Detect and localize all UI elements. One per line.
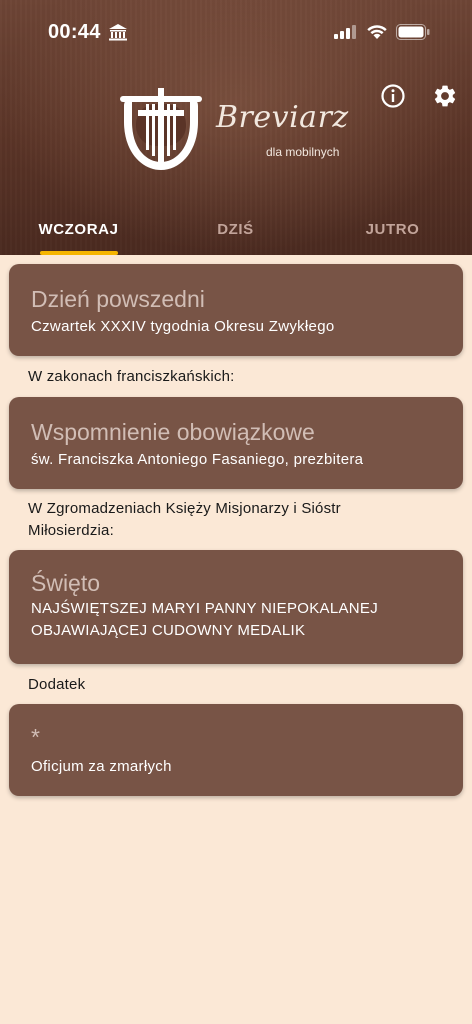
status-bar: 00:44 bbox=[0, 0, 472, 64]
office-card-addition[interactable]: * Oficjum za zmarłych bbox=[9, 704, 463, 796]
logo-subtitle: dla mobilnych bbox=[266, 145, 340, 159]
office-card-memorial[interactable]: Wspomnienie obowiązkowe św. Franciszka A… bbox=[9, 397, 463, 489]
card-subtitle: św. Franciszka Antoniego Fasaniego, prez… bbox=[31, 451, 364, 468]
info-button[interactable] bbox=[380, 83, 406, 109]
section-label: Dodatek bbox=[28, 676, 86, 693]
card-title: Dzień powszedni bbox=[31, 286, 205, 312]
settings-button[interactable] bbox=[432, 83, 458, 109]
card-title: Święto bbox=[31, 570, 101, 596]
tab-tomorrow[interactable]: JUTRO bbox=[314, 205, 471, 255]
card-title: * bbox=[31, 724, 40, 750]
app-header: 00:44 Breviarz dla mobilnych WCZORAJ DZI… bbox=[0, 0, 472, 255]
card-subtitle: Oficjum za zmarłych bbox=[31, 758, 172, 775]
battery-icon bbox=[396, 24, 430, 45]
section-label: W zakonach franciszkańskich: bbox=[28, 368, 235, 385]
office-card-weekday[interactable]: Dzień powszedni Czwartek XXXIV tygodnia … bbox=[9, 264, 463, 356]
day-tabs: WCZORAJ DZIŚ JUTRO bbox=[0, 205, 472, 255]
lyre-cross-logo bbox=[118, 86, 204, 177]
gear-icon bbox=[434, 85, 456, 107]
tab-yesterday[interactable]: WCZORAJ bbox=[0, 205, 157, 255]
section-label-line1: W Zgromadzeniach Księży Misjonarzy i Sió… bbox=[28, 500, 341, 517]
logo-title: Breviarz bbox=[216, 100, 349, 135]
signal-icon bbox=[334, 25, 356, 44]
status-time: 00:44 bbox=[48, 21, 101, 43]
card-subtitle: Czwartek XXXIV tygodnia Okresu Zwykłego bbox=[31, 318, 335, 335]
card-subtitle-line1: NAJŚWIĘTSZEJ MARYI PANNY NIEPOKALANEJ bbox=[31, 600, 379, 617]
info-icon bbox=[381, 84, 405, 108]
active-tab-indicator bbox=[40, 251, 118, 255]
wifi-icon bbox=[366, 23, 388, 45]
office-card-feast[interactable]: Święto NAJŚWIĘTSZEJ MARYI PANNY NIEPOKAL… bbox=[9, 550, 463, 664]
card-title: Wspomnienie obowiązkowe bbox=[31, 419, 315, 445]
bank-icon bbox=[108, 23, 128, 46]
tab-today[interactable]: DZIŚ bbox=[157, 205, 314, 255]
card-subtitle-line2: OBJAWIAJĄCEJ CUDOWNY MEDALIK bbox=[31, 622, 306, 639]
section-label-line2: Miłosierdzia: bbox=[28, 522, 114, 539]
